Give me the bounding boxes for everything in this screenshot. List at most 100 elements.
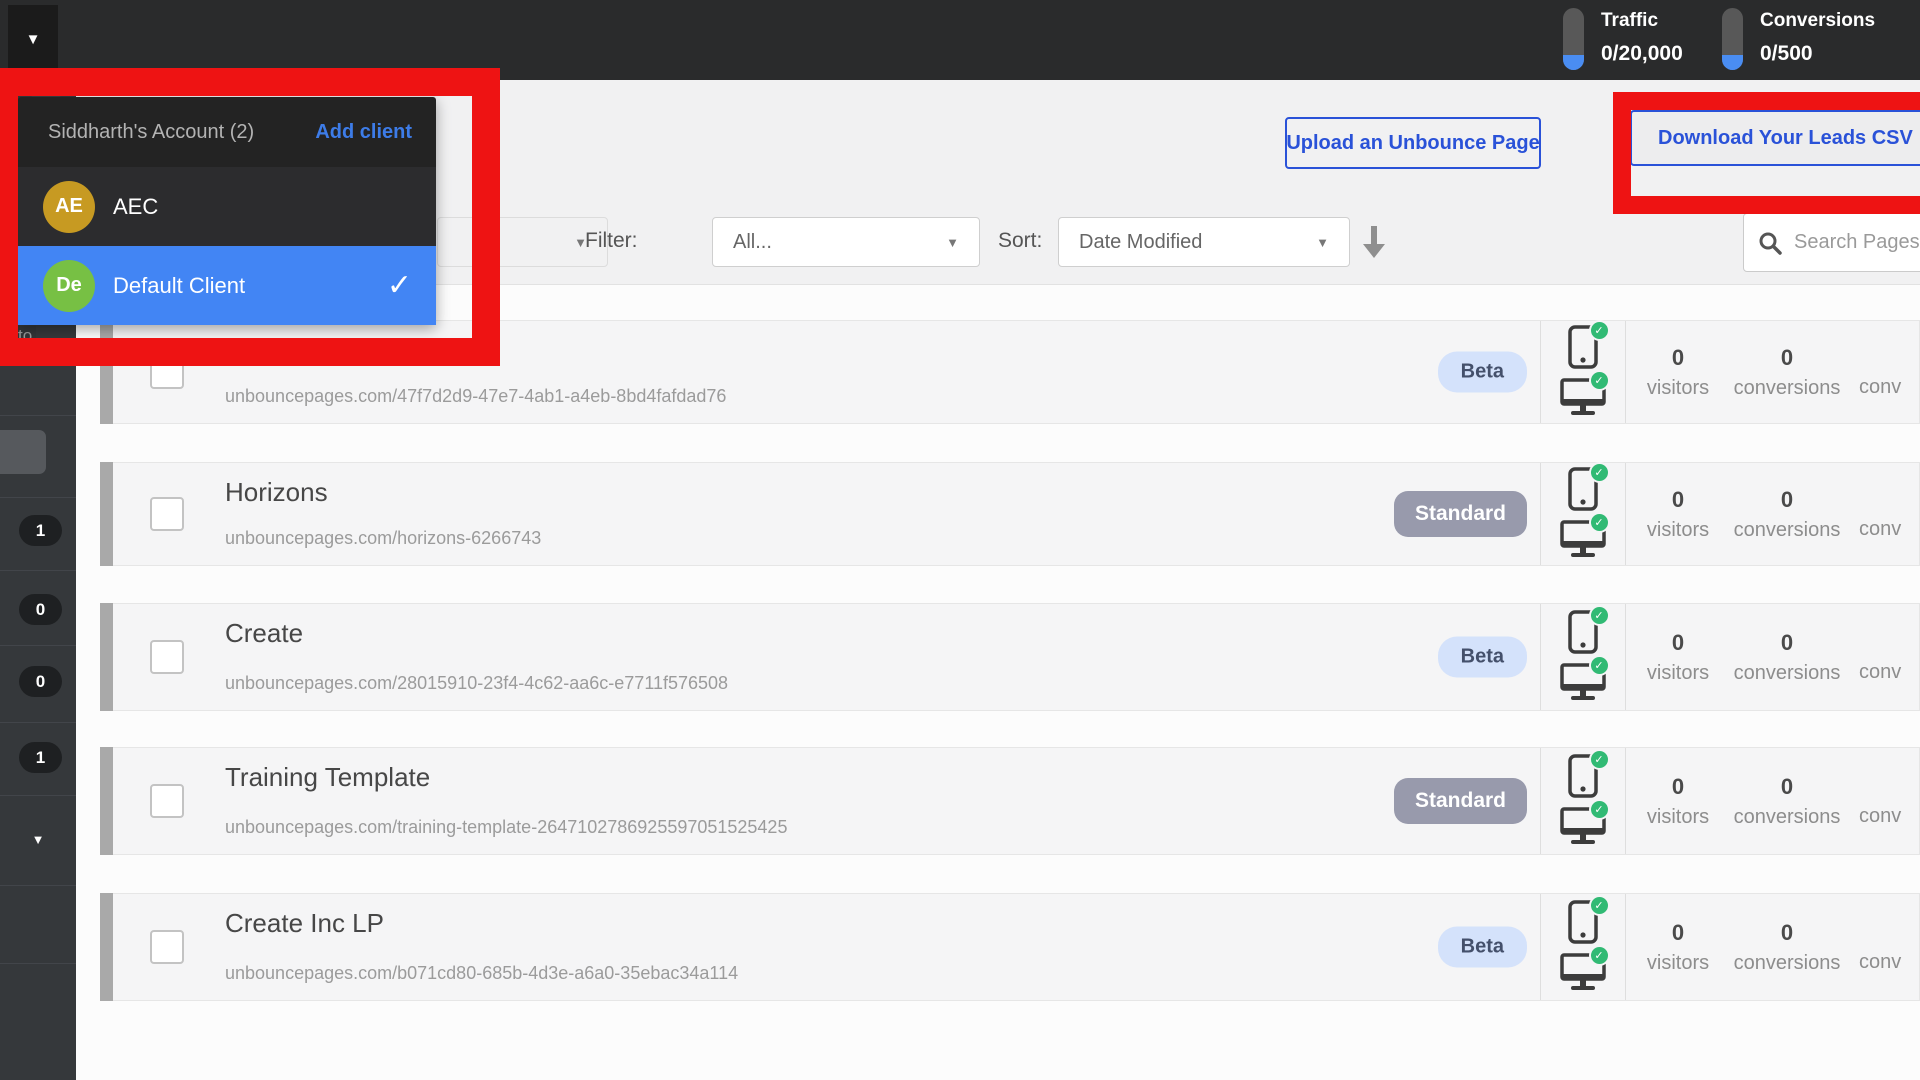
visitors-label: visitors (1646, 951, 1710, 974)
page-title[interactable]: Jygfay (225, 335, 300, 366)
row-checkbox[interactable] (150, 497, 184, 531)
client-item-aec[interactable]: AE AEC (18, 167, 436, 246)
sidebar-count-badge[interactable]: 0 (19, 666, 62, 697)
device-status-column: ✓ ✓ (1540, 894, 1625, 1000)
traffic-value: 0/20,000 (1601, 42, 1683, 65)
check-icon: ✓ (1588, 655, 1610, 676)
page-card: Create unbouncepages.com/28015910-23f4-4… (113, 603, 1920, 711)
conversions-stat: 0 conversions (1734, 748, 1841, 854)
conversion-rate-stat-partial: conv (1859, 517, 1902, 540)
row-checkbox[interactable] (150, 355, 184, 389)
status-badge: Beta (1437, 636, 1527, 678)
sidebar-count-badge[interactable]: 1 (19, 742, 62, 773)
search-pages-box[interactable] (1743, 213, 1920, 272)
conversions-value: 0 (1780, 344, 1794, 370)
page-title[interactable]: Horizons (225, 477, 328, 508)
column-divider (1625, 894, 1626, 1000)
page-url[interactable]: unbouncepages.com/47f7d2d9-47e7-4ab1-a4e… (225, 386, 726, 407)
search-input[interactable] (1794, 231, 1920, 254)
row-checkbox[interactable] (150, 930, 184, 964)
upload-unbounce-page-button[interactable]: Upload an Unbounce Page (1285, 117, 1541, 169)
client-item-default-client[interactable]: De Default Client ✓ (18, 246, 436, 325)
device-status-column: ✓ ✓ (1540, 320, 1625, 423)
visitors-stat: 0 visitors (1647, 894, 1709, 1000)
filter-select-value: All... (733, 230, 772, 253)
add-client-link[interactable]: Add client (315, 121, 412, 144)
page-url[interactable]: unbouncepages.com/training-template-2647… (225, 817, 787, 838)
check-icon: ✓ (1588, 799, 1610, 820)
sidebar-count-badge[interactable]: 1 (19, 515, 62, 546)
row-checkbox[interactable] (150, 784, 184, 818)
avatar: AE (43, 180, 95, 233)
traffic-progress-bar (1563, 8, 1584, 70)
row-checkbox[interactable] (150, 640, 184, 674)
column-divider (1625, 463, 1626, 565)
sidebar-count-badge[interactable]: 0 (19, 594, 62, 625)
sidebar-expand-button[interactable]: ▼ (0, 832, 76, 847)
conversions-value: 0/500 (1760, 42, 1813, 65)
check-icon: ✓ (1588, 320, 1610, 341)
row-accent-strip (100, 603, 113, 711)
page-url[interactable]: unbouncepages.com/horizons-6266743 (225, 528, 541, 549)
sort-label: Sort: (998, 229, 1043, 252)
page-row[interactable]: Create Inc LP unbouncepages.com/b071cd80… (100, 893, 1920, 1001)
group-select[interactable]: ▼ (437, 217, 608, 267)
desktop-status: ✓ (1559, 655, 1610, 705)
page-url[interactable]: unbouncepages.com/b071cd80-685b-4d3e-a6a… (225, 963, 738, 984)
conversions-label: conversions (1733, 661, 1841, 684)
device-status-column: ✓ ✓ (1540, 462, 1625, 565)
avatar: De (43, 259, 95, 312)
chevron-down-icon: ▼ (25, 30, 41, 48)
chevron-down-icon: ▼ (31, 832, 45, 847)
check-icon: ✓ (1588, 945, 1610, 966)
sidebar-divider (0, 645, 76, 646)
page-title[interactable]: Create (225, 618, 303, 649)
chevron-down-icon: ▼ (1316, 234, 1329, 250)
visitors-stat: 0 visitors (1647, 463, 1709, 565)
row-accent-strip (100, 462, 113, 566)
download-leads-csv-button[interactable]: Download Your Leads CSV (1630, 110, 1920, 166)
conversions-value: 0 (1780, 773, 1794, 799)
check-icon: ✓ (1588, 605, 1610, 626)
traffic-label: Traffic (1601, 10, 1659, 31)
down-arrow-icon (1363, 226, 1385, 258)
sidebar-divider (0, 497, 76, 498)
desktop-status: ✓ (1559, 799, 1610, 849)
filter-select[interactable]: All... ▼ (712, 217, 980, 267)
conversions-label: Conversions (1760, 10, 1876, 31)
sidebar-active-item[interactable] (0, 430, 46, 474)
page-row[interactable]: Training Template unbouncepages.com/trai… (100, 747, 1920, 855)
device-status-column: ✓ ✓ (1540, 748, 1625, 854)
visitors-value: 0 (1671, 773, 1685, 799)
conversions-stat: 0 conversions (1734, 894, 1841, 1000)
main-menu-button[interactable]: ▼ (8, 5, 58, 73)
page-row[interactable]: Create unbouncepages.com/28015910-23f4-4… (100, 603, 1920, 711)
page-title[interactable]: Training Template (225, 762, 430, 793)
page-title[interactable]: Create Inc LP (225, 908, 384, 939)
sort-direction-button[interactable] (1356, 216, 1392, 266)
filter-label: Filter: (585, 229, 638, 252)
sort-select[interactable]: Date Modified ▼ (1058, 217, 1350, 267)
sidebar-divider (0, 570, 76, 571)
check-icon: ✓ (1588, 895, 1610, 916)
page-row[interactable]: Jygfay unbouncepages.com/47f7d2d9-47e7-4… (100, 320, 1920, 424)
conversions-progress-bar (1722, 8, 1743, 70)
page-row[interactable]: Horizons unbouncepages.com/horizons-6266… (100, 462, 1920, 566)
traffic-stat: Traffic 0/20,000 (1563, 8, 1683, 72)
visitors-label: visitors (1646, 661, 1710, 684)
check-icon: ✓ (1588, 462, 1610, 483)
conversion-rate-stat-partial: conv (1859, 804, 1902, 827)
check-icon: ✓ (1588, 749, 1610, 770)
sidebar-divider (0, 352, 76, 353)
status-badge: Standard (1393, 491, 1527, 537)
mobile-status: ✓ (1560, 320, 1610, 370)
client-name: Default Client (113, 272, 246, 298)
sidebar-partial-label: to (14, 326, 37, 346)
row-accent-strip (100, 747, 113, 855)
check-icon: ✓ (1588, 370, 1610, 391)
status-badge: Beta (1437, 926, 1527, 968)
mobile-status: ✓ (1560, 605, 1610, 655)
desktop-status: ✓ (1559, 370, 1610, 420)
dropdown-notch (30, 84, 62, 98)
page-url[interactable]: unbouncepages.com/28015910-23f4-4c62-aa6… (225, 673, 728, 694)
